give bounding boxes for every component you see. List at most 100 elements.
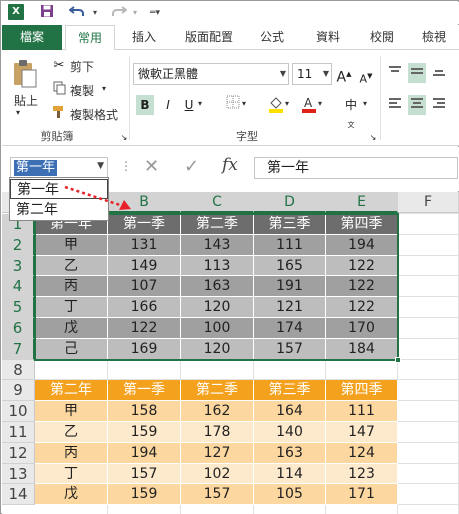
format-painter-icon[interactable] bbox=[52, 105, 66, 124]
row-header-9[interactable]: 9 bbox=[2, 380, 35, 402]
font-size-combo[interactable]: 11 ▼ bbox=[292, 63, 332, 85]
paste-dropdown-icon[interactable]: ▾ bbox=[16, 108, 20, 117]
redo-icon[interactable] bbox=[110, 4, 128, 22]
table1-cell[interactable]: 143 bbox=[181, 234, 254, 256]
row-header-2[interactable]: 2 bbox=[2, 234, 35, 256]
table2-cell[interactable]: 戊 bbox=[35, 484, 108, 506]
fill-color-dropdown-icon[interactable]: ▾ bbox=[285, 99, 289, 108]
tab-formulas[interactable]: 公式 bbox=[252, 25, 292, 50]
undo-dropdown-icon[interactable]: ▾ bbox=[90, 4, 100, 22]
table1-cell[interactable]: 107 bbox=[108, 276, 181, 298]
font-launcher-icon[interactable]: ↘ bbox=[368, 130, 378, 146]
chevron-down-icon[interactable]: ▼ bbox=[97, 161, 104, 171]
table2-cell[interactable]: 105 bbox=[254, 484, 326, 506]
table1-cell[interactable]: 166 bbox=[108, 297, 181, 318]
tab-data[interactable]: 資料 bbox=[308, 25, 348, 50]
table2-cell[interactable]: 甲 bbox=[35, 401, 108, 422]
formula-input[interactable]: 第一年 bbox=[254, 157, 458, 179]
align-middle-icon[interactable] bbox=[408, 63, 426, 83]
table2-cell[interactable]: 140 bbox=[254, 422, 326, 443]
chevron-down-icon[interactable]: ▼ bbox=[323, 64, 329, 84]
table1-cell[interactable]: 100 bbox=[181, 318, 254, 339]
worksheet-grid[interactable]: ABCDEF 1234567891011121314 第一年第一季第二季第三季第… bbox=[2, 192, 459, 514]
more-options-icon[interactable]: ⋮ bbox=[120, 159, 132, 173]
column-header-d[interactable]: D bbox=[254, 192, 326, 213]
table2-cell[interactable]: 124 bbox=[326, 442, 398, 464]
row-header-13[interactable]: 13 bbox=[2, 463, 35, 485]
table1-cell[interactable]: 184 bbox=[326, 338, 398, 360]
row-header-7[interactable]: 7 bbox=[2, 338, 35, 360]
font-color-icon[interactable]: A bbox=[300, 95, 318, 115]
shrink-font-button[interactable]: A▼ bbox=[357, 66, 375, 86]
table1-cell[interactable]: 163 bbox=[181, 276, 254, 298]
table1-cell[interactable]: 122 bbox=[108, 318, 181, 339]
table1-cell[interactable]: 131 bbox=[108, 234, 181, 256]
table2-cell[interactable]: 123 bbox=[326, 463, 398, 485]
redo-dropdown-icon[interactable]: ▾ bbox=[130, 4, 140, 22]
phonetic-dropdown-icon[interactable]: ▾ bbox=[363, 99, 367, 108]
copy-dropdown-icon[interactable]: ▾ bbox=[102, 84, 106, 93]
enter-icon[interactable]: ✓ bbox=[184, 156, 199, 177]
table2-cell[interactable]: 丙 bbox=[35, 442, 108, 464]
table2-cell[interactable]: 159 bbox=[108, 484, 181, 506]
table1-cell[interactable]: 122 bbox=[326, 276, 398, 298]
row-header-11[interactable]: 11 bbox=[2, 422, 35, 443]
table2-cell[interactable]: 127 bbox=[181, 442, 254, 464]
table1-cell[interactable]: 113 bbox=[181, 255, 254, 277]
table2-cell[interactable]: 111 bbox=[326, 401, 398, 422]
chevron-down-icon[interactable]: ▼ bbox=[280, 64, 286, 84]
table2-cell[interactable]: 157 bbox=[181, 484, 254, 506]
table1-cell[interactable]: 122 bbox=[326, 297, 398, 318]
phonetic-guide-icon[interactable]: 中文 bbox=[342, 95, 360, 129]
table2-cell[interactable]: 178 bbox=[181, 422, 254, 443]
name-box[interactable]: 第一年 ▼ bbox=[10, 157, 108, 179]
row-header-10[interactable]: 10 bbox=[2, 401, 35, 422]
column-header-f[interactable]: F bbox=[398, 192, 459, 213]
table1-header-cell[interactable]: 第四季 bbox=[326, 214, 398, 235]
table1-cell[interactable]: 丁 bbox=[35, 297, 108, 318]
font-name-combo[interactable]: 微軟正黑體 ▼ bbox=[133, 63, 289, 85]
cut-icon[interactable]: ✂ bbox=[52, 58, 66, 74]
cancel-icon[interactable]: ✕ bbox=[144, 156, 159, 177]
paste-label[interactable]: 貼上 bbox=[14, 92, 38, 109]
table2-cell[interactable]: 丁 bbox=[35, 463, 108, 485]
cut-button[interactable]: 剪下 bbox=[70, 58, 94, 75]
font-color-dropdown-icon[interactable]: ▾ bbox=[318, 99, 322, 108]
row-header-6[interactable]: 6 bbox=[2, 318, 35, 339]
align-center-icon[interactable] bbox=[408, 95, 426, 115]
table1-header-cell[interactable]: 第二季 bbox=[181, 214, 254, 235]
insert-function-icon[interactable]: fx bbox=[222, 155, 238, 175]
table2-cell[interactable]: 147 bbox=[326, 422, 398, 443]
tab-insert[interactable]: 插入 bbox=[124, 25, 164, 50]
row-header-5[interactable]: 5 bbox=[2, 297, 35, 318]
table1-header-cell[interactable]: 第三季 bbox=[254, 214, 326, 235]
table1-cell[interactable]: 戊 bbox=[35, 318, 108, 339]
table1-cell[interactable]: 191 bbox=[254, 276, 326, 298]
table2-header-cell[interactable]: 第一季 bbox=[108, 380, 181, 402]
row-header-12[interactable]: 12 bbox=[2, 442, 35, 464]
table1-cell[interactable]: 121 bbox=[254, 297, 326, 318]
row-header-14[interactable]: 14 bbox=[2, 484, 35, 506]
tab-view[interactable]: 檢視 bbox=[414, 25, 454, 50]
table2-header-cell[interactable]: 第二季 bbox=[181, 380, 254, 402]
table1-cell[interactable]: 甲 bbox=[35, 234, 108, 256]
column-header-e[interactable]: E bbox=[326, 192, 398, 213]
row-header-8[interactable]: 8 bbox=[2, 359, 35, 381]
table1-cell[interactable]: 丙 bbox=[35, 276, 108, 298]
table1-cell[interactable]: 157 bbox=[254, 338, 326, 360]
bold-button[interactable]: B bbox=[136, 95, 154, 115]
table2-cell[interactable]: 157 bbox=[108, 463, 181, 485]
borders-icon[interactable] bbox=[224, 95, 242, 115]
table1-cell[interactable]: 169 bbox=[108, 338, 181, 360]
underline-button[interactable]: U bbox=[180, 95, 198, 115]
align-right-icon[interactable] bbox=[430, 95, 448, 115]
fill-handle[interactable] bbox=[395, 356, 401, 363]
table2-cell[interactable]: 162 bbox=[181, 401, 254, 422]
table1-cell[interactable]: 乙 bbox=[35, 255, 108, 277]
borders-dropdown-icon[interactable]: ▾ bbox=[242, 99, 246, 108]
table2-cell[interactable]: 164 bbox=[254, 401, 326, 422]
table2-header-cell[interactable]: 第二年 bbox=[35, 380, 108, 402]
format-painter-button[interactable]: 複製格式 bbox=[70, 106, 118, 123]
fill-color-icon[interactable] bbox=[267, 95, 285, 115]
table1-cell[interactable]: 111 bbox=[254, 234, 326, 256]
